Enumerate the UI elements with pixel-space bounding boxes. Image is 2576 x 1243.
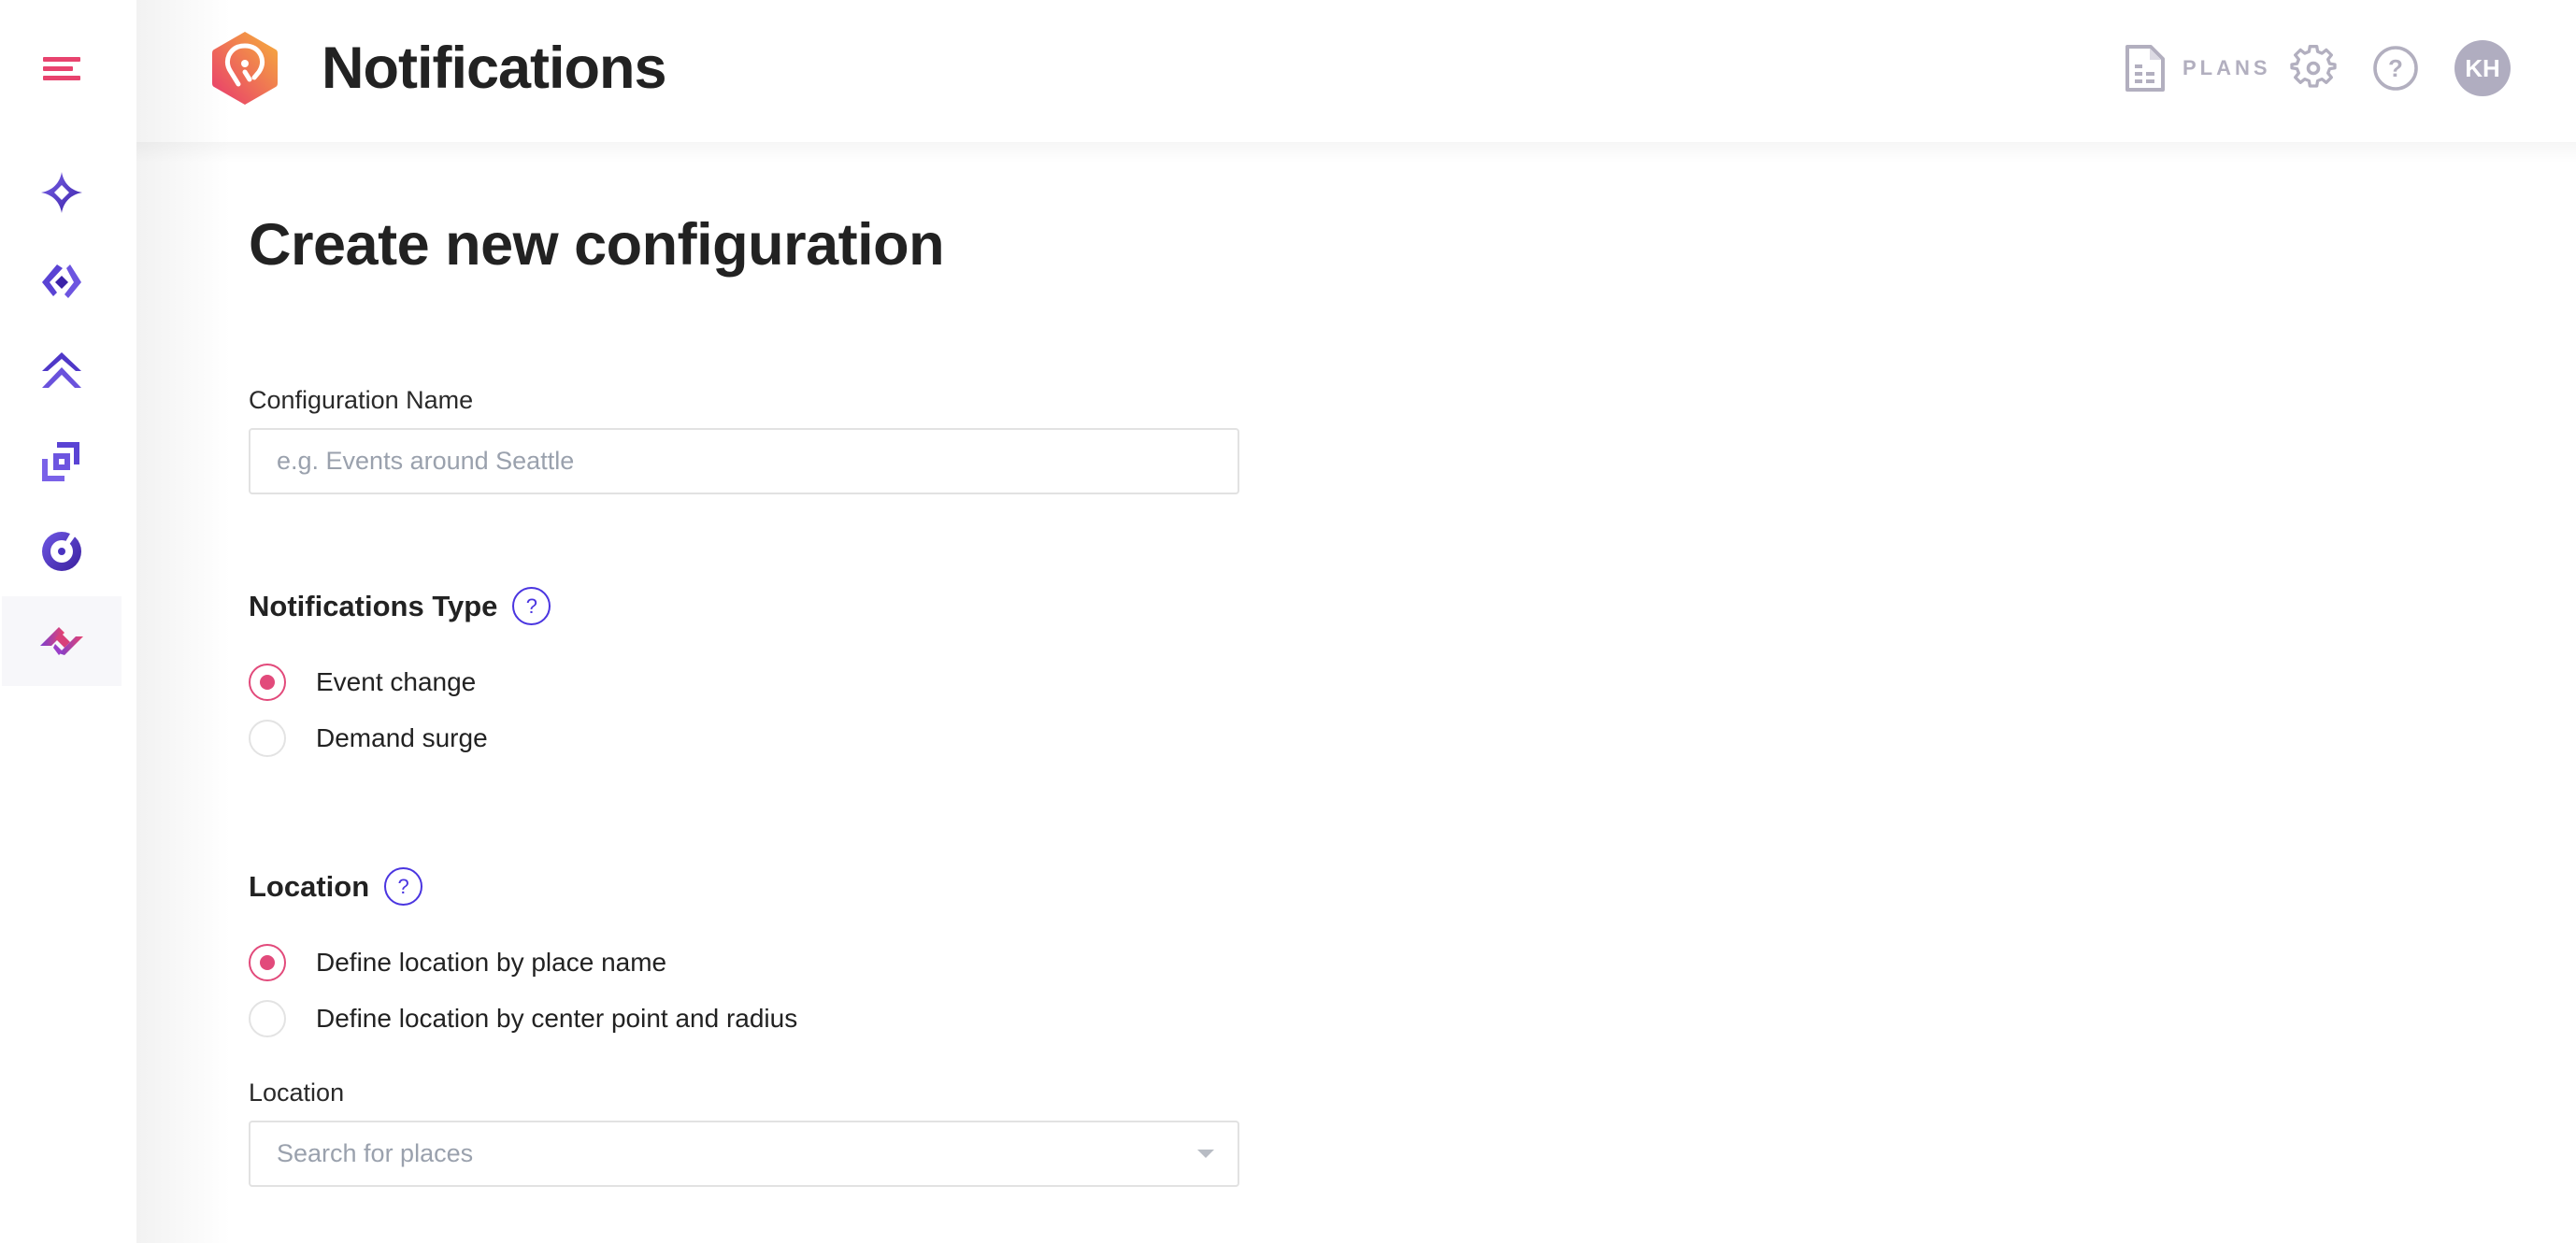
location-field-label: Location — [249, 1079, 345, 1107]
sidebar-item-notifications[interactable] — [2, 596, 122, 686]
radio-label: Define location by center point and radi… — [316, 1004, 798, 1033]
svg-text:?: ? — [2388, 54, 2403, 82]
location-heading: Location ? — [249, 867, 423, 906]
radio-place-name[interactable]: Define location by place name — [249, 942, 666, 983]
gear-icon — [2290, 45, 2337, 88]
plans-label: PLANS — [2182, 56, 2271, 79]
hamburger-line — [43, 66, 73, 71]
top-header: Notifications PLANS ? KH — [136, 0, 2576, 148]
sidebar-item-4[interactable] — [2, 417, 122, 507]
sidebar-item-3[interactable] — [2, 327, 122, 417]
diamond-icon — [42, 264, 81, 298]
sidebar-item-2[interactable] — [2, 237, 122, 327]
sidebar-item-1[interactable] — [2, 148, 122, 237]
location-search-select[interactable]: Search for places — [249, 1121, 1239, 1187]
configuration-name-label: Configuration Name — [249, 386, 474, 414]
help-icon: ? — [2373, 46, 2418, 91]
chevron-down-icon — [1197, 1150, 1214, 1158]
radio-button[interactable] — [249, 1000, 286, 1037]
notifications-wave-icon — [40, 627, 83, 655]
configuration-name-input[interactable] — [249, 428, 1239, 494]
settings-button[interactable] — [2290, 45, 2337, 92]
double-chevron-up-icon — [42, 352, 81, 388]
page-title: Create new configuration — [249, 212, 945, 278]
notifications-type-title: Notifications Type — [249, 589, 498, 622]
header-shadow — [136, 142, 2576, 163]
document-icon — [2125, 45, 2165, 92]
notifications-type-help-icon[interactable]: ? — [512, 587, 551, 625]
location-title: Location — [249, 869, 370, 903]
location-search-placeholder: Search for places — [277, 1139, 474, 1167]
help-button[interactable]: ? — [2372, 45, 2419, 92]
radio-label: Define location by place name — [316, 948, 667, 977]
sparkle-icon — [41, 172, 82, 213]
user-avatar[interactable]: KH — [2454, 40, 2511, 96]
layers-icon — [42, 442, 79, 481]
target-icon — [42, 532, 81, 571]
radio-button[interactable] — [249, 720, 286, 757]
radio-button-checked[interactable] — [249, 944, 286, 981]
hamburger-menu-button[interactable] — [37, 49, 86, 88]
hamburger-line — [43, 76, 80, 80]
radio-event-change[interactable]: Event change — [249, 662, 476, 703]
radio-button-checked[interactable] — [249, 664, 286, 701]
location-pin-hexagon-logo — [212, 32, 278, 105]
location-help-icon[interactable]: ? — [384, 867, 423, 906]
radio-center-radius[interactable]: Define location by center point and radi… — [249, 998, 797, 1039]
notifications-type-heading: Notifications Type ? — [249, 587, 551, 625]
plans-button[interactable]: PLANS — [2125, 43, 2271, 93]
content-shade — [136, 0, 230, 1243]
radio-label: Demand surge — [316, 723, 488, 752]
radio-demand-surge[interactable]: Demand surge — [249, 718, 488, 759]
sidebar — [0, 0, 136, 1243]
sidebar-item-5[interactable] — [2, 507, 122, 596]
hamburger-line — [43, 57, 80, 62]
app-title: Notifications — [322, 36, 667, 101]
radio-label: Event change — [316, 667, 477, 696]
